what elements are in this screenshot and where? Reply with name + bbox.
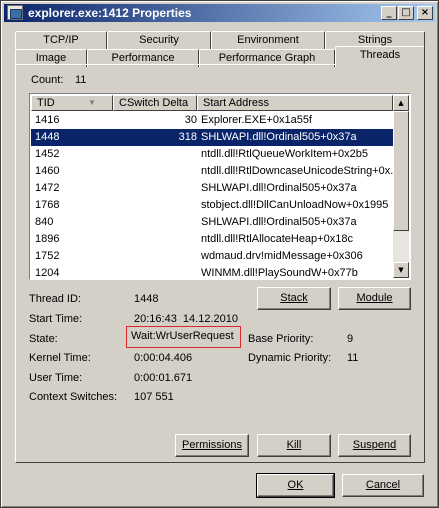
start-address-cell: wdmaud.drv!midMessage+0x306 <box>201 250 363 262</box>
cswitch-delta-cell: 318 <box>178 131 197 143</box>
app-icon <box>7 5 23 20</box>
maximize-button[interactable]: □ <box>398 6 414 20</box>
tid-cell: 840 <box>35 216 54 228</box>
start-address-cell: ntdll.dll!RtlQueueWorkItem+0x2b5 <box>201 148 369 160</box>
start-address-cell: SHLWAPI.dll!Ordinal505+0x37a <box>201 216 357 228</box>
context-switches-label: Context Switches: <box>29 391 118 403</box>
cswitch-delta-cell: 30 <box>184 114 197 126</box>
kill-button-label: Kill <box>286 439 302 451</box>
ok-button[interactable]: OK <box>256 473 335 498</box>
thread-id-value: 1448 <box>134 293 159 305</box>
suspend-button-label: Suspend <box>352 439 397 451</box>
start-address-cell: Explorer.EXE+0x1a55f <box>201 114 312 126</box>
thread-id-label: Thread ID: <box>29 293 81 305</box>
start-address-cell: SHLWAPI.dll!Ordinal505+0x37a <box>201 131 357 143</box>
scroll-down-icon[interactable]: ▼ <box>393 262 409 278</box>
tid-cell: 1416 <box>35 114 60 126</box>
start-time-label: Start Time: <box>29 313 83 325</box>
dynamic-priority-value: 11 <box>347 352 359 364</box>
table-row[interactable]: 1204 WINMM.dll!PlaySoundW+0x77b <box>31 265 393 279</box>
scroll-up-icon[interactable]: ▲ <box>393 95 409 111</box>
column-header-cswitch[interactable]: CSwitch Delta <box>113 95 197 111</box>
start-address-cell: WINMM.dll!PlaySoundW+0x77b <box>201 267 358 279</box>
tid-cell: 1752 <box>35 250 60 262</box>
stack-button-label: Stack <box>280 292 308 304</box>
table-row[interactable]: 1416 30 Explorer.EXE+0x1a55f <box>31 112 393 129</box>
table-row[interactable]: 1452 ntdll.dll!RtlQueueWorkItem+0x2b5 <box>31 146 393 163</box>
user-time-label: User Time: <box>29 372 83 384</box>
kernel-time-value: 0:00:04.406 <box>134 352 193 364</box>
properties-window: explorer.exe:1412 Properties _ □ × TCP/I… <box>0 0 439 508</box>
context-switches-value: 107 551 <box>134 391 174 403</box>
start-address-cell: ntdll.dll!RtlAllocateHeap+0x18c <box>201 233 353 245</box>
suspend-button[interactable]: Suspend <box>338 434 411 457</box>
module-button-label: Module <box>356 292 393 304</box>
tid-cell: 1896 <box>35 233 60 245</box>
kernel-time-label: Kernel Time: <box>29 352 91 364</box>
table-row[interactable]: 840 SHLWAPI.dll!Ordinal505+0x37a <box>31 214 393 231</box>
permissions-button-label: Permissions <box>182 439 242 451</box>
sort-arrow-icon: ▼ <box>88 98 96 107</box>
user-time-value: 0:00:01.671 <box>134 372 193 384</box>
table-row[interactable]: 1896 ntdll.dll!RtlAllocateHeap+0x18c <box>31 231 393 248</box>
ok-button-label: OK <box>287 479 304 491</box>
table-row[interactable]: 1448 318 SHLWAPI.dll!Ordinal505+0x37a <box>31 129 393 146</box>
column-header-tid[interactable]: TID ▼ <box>31 95 113 111</box>
tid-cell: 1768 <box>35 199 60 211</box>
list-vertical-scrollbar[interactable]: ▲ ▼ <box>393 95 409 278</box>
state-label: State: <box>29 333 58 345</box>
permissions-button[interactable]: Permissions <box>175 434 249 457</box>
cancel-button-label: Cancel <box>365 479 401 491</box>
tid-cell: 1472 <box>35 182 60 194</box>
table-row[interactable]: 1472 SHLWAPI.dll!Ordinal505+0x37a <box>31 180 393 197</box>
start-address-cell: ntdll.dll!RtlDowncaseUnicodeString+0x... <box>201 165 393 177</box>
count-label: Count: <box>31 74 64 86</box>
list-rows: 1416 30 Explorer.EXE+0x1a55f 1448 318 SHLWAPI… <box>31 112 393 279</box>
tid-cell: 1204 <box>35 267 60 279</box>
column-header-tid-label: TID <box>37 97 55 109</box>
close-button[interactable]: × <box>417 6 433 20</box>
scroll-thumb[interactable] <box>393 111 409 231</box>
base-priority-value: 9 <box>347 333 354 345</box>
tab-tcpip[interactable]: TCP/IP <box>15 31 107 49</box>
tid-cell: 1460 <box>35 165 60 177</box>
tab-environment[interactable]: Environment <box>211 31 325 49</box>
kill-button[interactable]: Kill <box>257 434 331 457</box>
count-value: 11 <box>75 74 87 86</box>
table-row[interactable]: 1460 ntdll.dll!RtlDowncaseUnicodeString+0… <box>31 163 393 180</box>
state-value: Wait:WrUserRequest <box>126 326 241 348</box>
title-bar[interactable]: explorer.exe:1412 Properties _ □ × <box>4 4 435 22</box>
list-header: TID ▼ CSwitch Delta Start Address <box>31 95 393 111</box>
table-row[interactable]: 1752 wdmaud.drv!midMessage+0x306 <box>31 248 393 265</box>
stack-button[interactable]: Stack <box>257 287 331 310</box>
window-title: explorer.exe:1412 Properties <box>28 6 192 20</box>
start-time-value: 20:16:43 14.12.2010 <box>134 313 238 325</box>
base-priority-label: Base Priority: <box>248 333 314 345</box>
module-button[interactable]: Module <box>338 287 411 310</box>
threads-list[interactable]: TID ▼ CSwitch Delta Start Address 1416 30… <box>29 93 411 280</box>
cancel-button[interactable]: Cancel <box>342 474 424 497</box>
start-address-cell: SHLWAPI.dll!Ordinal505+0x37a <box>201 182 357 194</box>
tab-security[interactable]: Security <box>107 31 211 49</box>
start-address-cell: stobject.dll!DllCanUnloadNow+0x1995 <box>201 199 389 211</box>
column-header-start-address[interactable]: Start Address <box>197 95 393 111</box>
table-row[interactable]: 1768 stobject.dll!DllCanUnloadNow+0x1995 <box>31 197 393 214</box>
dynamic-priority-label: Dynamic Priority: <box>248 352 332 364</box>
tab-threads[interactable]: Threads <box>335 46 425 67</box>
tid-cell: 1452 <box>35 148 60 160</box>
tid-cell: 1448 <box>35 131 60 143</box>
minimize-button[interactable]: _ <box>381 6 397 20</box>
